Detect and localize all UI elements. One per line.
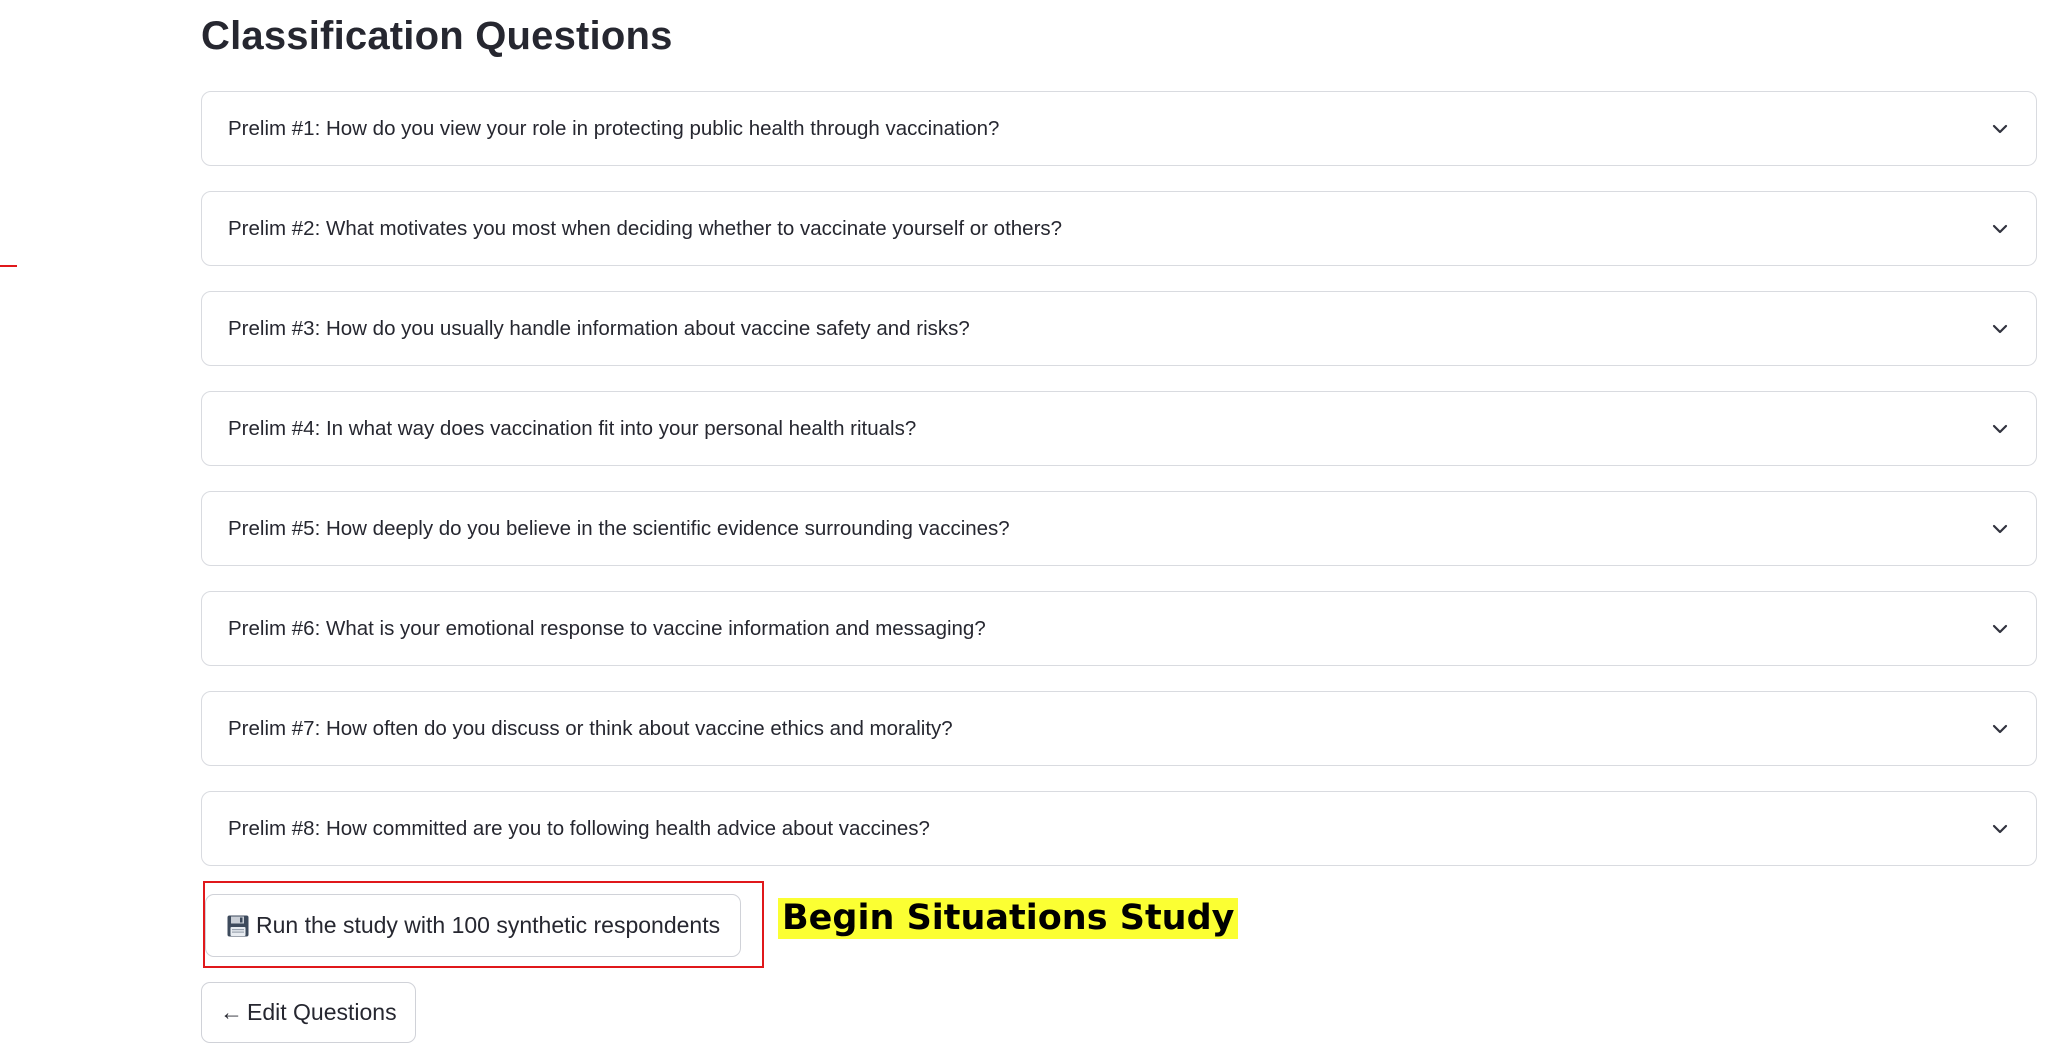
prelim-label: Prelim #3: How do you usually handle inf… (228, 316, 970, 340)
run-study-label: Run the study with 100 synthetic respond… (256, 912, 721, 938)
floppy-disk-icon (226, 914, 250, 938)
edit-questions-label: Edit Questions (247, 999, 397, 1025)
page: Classification Questions Prelim #1: How … (0, 0, 2048, 1064)
annotation-marker (0, 265, 17, 267)
annotation-label: Begin Situations Study (778, 898, 1239, 939)
chevron-down-icon[interactable] (1990, 819, 2010, 839)
chevron-down-icon[interactable] (1990, 219, 2010, 239)
prelim-expander-1[interactable]: Prelim #1: How do you view your role in … (201, 91, 2037, 166)
prelim-expander-5[interactable]: Prelim #5: How deeply do you believe in … (201, 491, 2037, 566)
run-study-button[interactable]: Run the study with 100 synthetic respond… (205, 894, 742, 957)
prelim-label: Prelim #8: How committed are you to foll… (228, 816, 930, 840)
chevron-down-icon[interactable] (1990, 519, 2010, 539)
chevron-down-icon[interactable] (1990, 719, 2010, 739)
page-title: Classification Questions (201, 14, 673, 58)
chevron-down-icon[interactable] (1990, 419, 2010, 439)
prelim-label: Prelim #6: What is your emotional respon… (228, 616, 986, 640)
prelim-expander-4[interactable]: Prelim #4: In what way does vaccination … (201, 391, 2037, 466)
prelim-label: Prelim #7: How often do you discuss or t… (228, 716, 953, 740)
prelim-expander-3[interactable]: Prelim #3: How do you usually handle inf… (201, 291, 2037, 366)
prelim-label: Prelim #5: How deeply do you believe in … (228, 516, 1010, 540)
prelim-label: Prelim #4: In what way does vaccination … (228, 416, 917, 440)
chevron-down-icon[interactable] (1990, 119, 2010, 139)
chevron-down-icon[interactable] (1990, 619, 2010, 639)
arrow-left-icon: ← (220, 999, 243, 1025)
prelim-label: Prelim #1: How do you view your role in … (228, 116, 1000, 140)
edit-questions-button[interactable]: ← Edit Questions (201, 982, 416, 1043)
prelim-expander-7[interactable]: Prelim #7: How often do you discuss or t… (201, 691, 2037, 766)
prelim-expander-8[interactable]: Prelim #8: How committed are you to foll… (201, 791, 2037, 866)
prelim-label: Prelim #2: What motivates you most when … (228, 216, 1063, 240)
prelim-expander-6[interactable]: Prelim #6: What is your emotional respon… (201, 591, 2037, 666)
chevron-down-icon[interactable] (1990, 319, 2010, 339)
prelim-list: Prelim #1: How do you view your role in … (201, 91, 2037, 891)
prelim-expander-2[interactable]: Prelim #2: What motivates you most when … (201, 191, 2037, 266)
